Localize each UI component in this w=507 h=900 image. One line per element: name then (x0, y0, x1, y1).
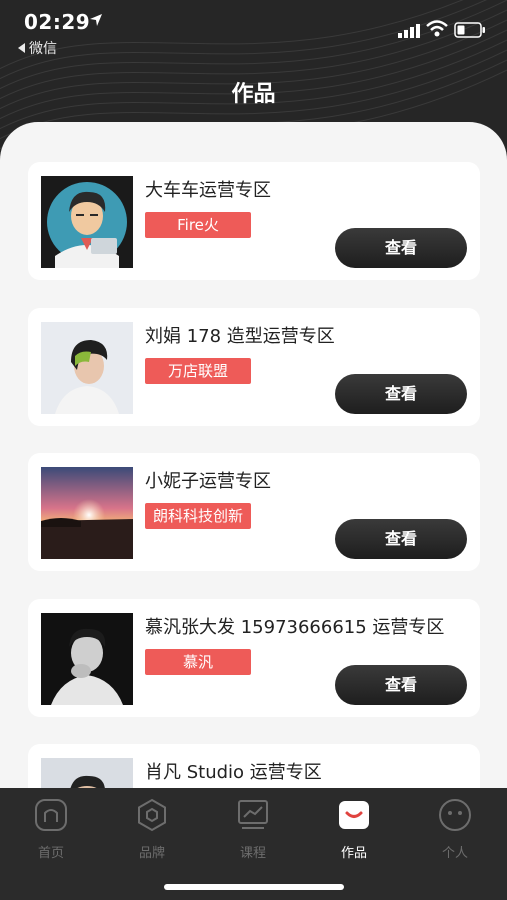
tab-courses[interactable]: 课程 (213, 798, 293, 861)
wifi-icon (426, 20, 448, 37)
list-item: 大车车运营专区 Fire火 查看 (28, 162, 480, 280)
tab-works[interactable]: 作品 (314, 798, 394, 861)
chart-icon (238, 800, 268, 829)
location-arrow-icon (90, 14, 102, 26)
person-photo-image (41, 322, 133, 414)
tab-label: 个人 (441, 846, 468, 861)
status-bar: 02:29 微信 (0, 0, 507, 60)
back-app-label: 微信 (29, 41, 57, 57)
list-item: 刘娟 178 造型运营专区 万店联盟 查看 (28, 308, 480, 426)
list-item: 小妮子运营专区 朗科科技创新 查看 (28, 453, 480, 571)
tab-label: 课程 (239, 846, 266, 861)
avatar (41, 467, 133, 559)
tab-brand[interactable]: 品牌 (112, 798, 192, 861)
home-indicator[interactable] (164, 884, 344, 890)
list-item: 慕汎张大发 15973666615 运营专区 慕汎 查看 (28, 599, 480, 717)
view-button[interactable]: 查看 (335, 374, 467, 414)
tab-label: 作品 (340, 846, 367, 861)
back-to-app-link[interactable]: 微信 (18, 38, 57, 58)
card-tag: 朗科科技创新 (145, 503, 251, 529)
face-icon (439, 799, 471, 831)
tab-profile[interactable]: 个人 (415, 798, 495, 861)
card-tag: Fire火 (145, 212, 251, 238)
signal-icon (398, 24, 420, 38)
card-title: 刘娟 178 造型运营专区 (145, 326, 335, 347)
home-icon (35, 799, 67, 831)
tab-label: 首页 (37, 846, 64, 861)
view-button[interactable]: 查看 (335, 228, 467, 268)
card-title: 肖凡 Studio 运营专区 (145, 762, 322, 783)
card-tag: 慕汎 (145, 649, 251, 675)
sunset-photo-image (41, 467, 133, 559)
avatar (41, 322, 133, 414)
avatar (41, 758, 133, 788)
card-tag: 万店联盟 (145, 358, 251, 384)
avatar (41, 176, 133, 268)
view-button[interactable]: 查看 (335, 665, 467, 705)
person-photo-image (41, 758, 133, 788)
tab-home[interactable]: 首页 (11, 798, 91, 861)
card-title: 慕汎张大发 15973666615 运营专区 (145, 617, 445, 638)
works-icon (339, 801, 369, 829)
page-title: 作品 (231, 82, 276, 107)
hexagon-icon (138, 798, 166, 832)
tab-bar: 首页 品牌 课程 作品 个人 (0, 788, 507, 900)
bw-portrait-image (41, 613, 133, 705)
tab-label: 品牌 (138, 846, 165, 861)
cartoon-avatar-image (41, 176, 133, 268)
status-time: 02:29 (24, 10, 91, 34)
list-item: 肖凡 Studio 运营专区 (28, 744, 480, 788)
battery-icon (454, 22, 485, 38)
avatar (41, 613, 133, 705)
card-title: 小妮子运营专区 (145, 471, 271, 492)
works-list[interactable]: 大车车运营专区 Fire火 查看 刘娟 178 造型运营专区 万店联盟 查看 小… (0, 122, 507, 788)
back-triangle-icon (18, 43, 25, 53)
view-button[interactable]: 查看 (335, 519, 467, 559)
card-title: 大车车运营专区 (145, 180, 271, 201)
